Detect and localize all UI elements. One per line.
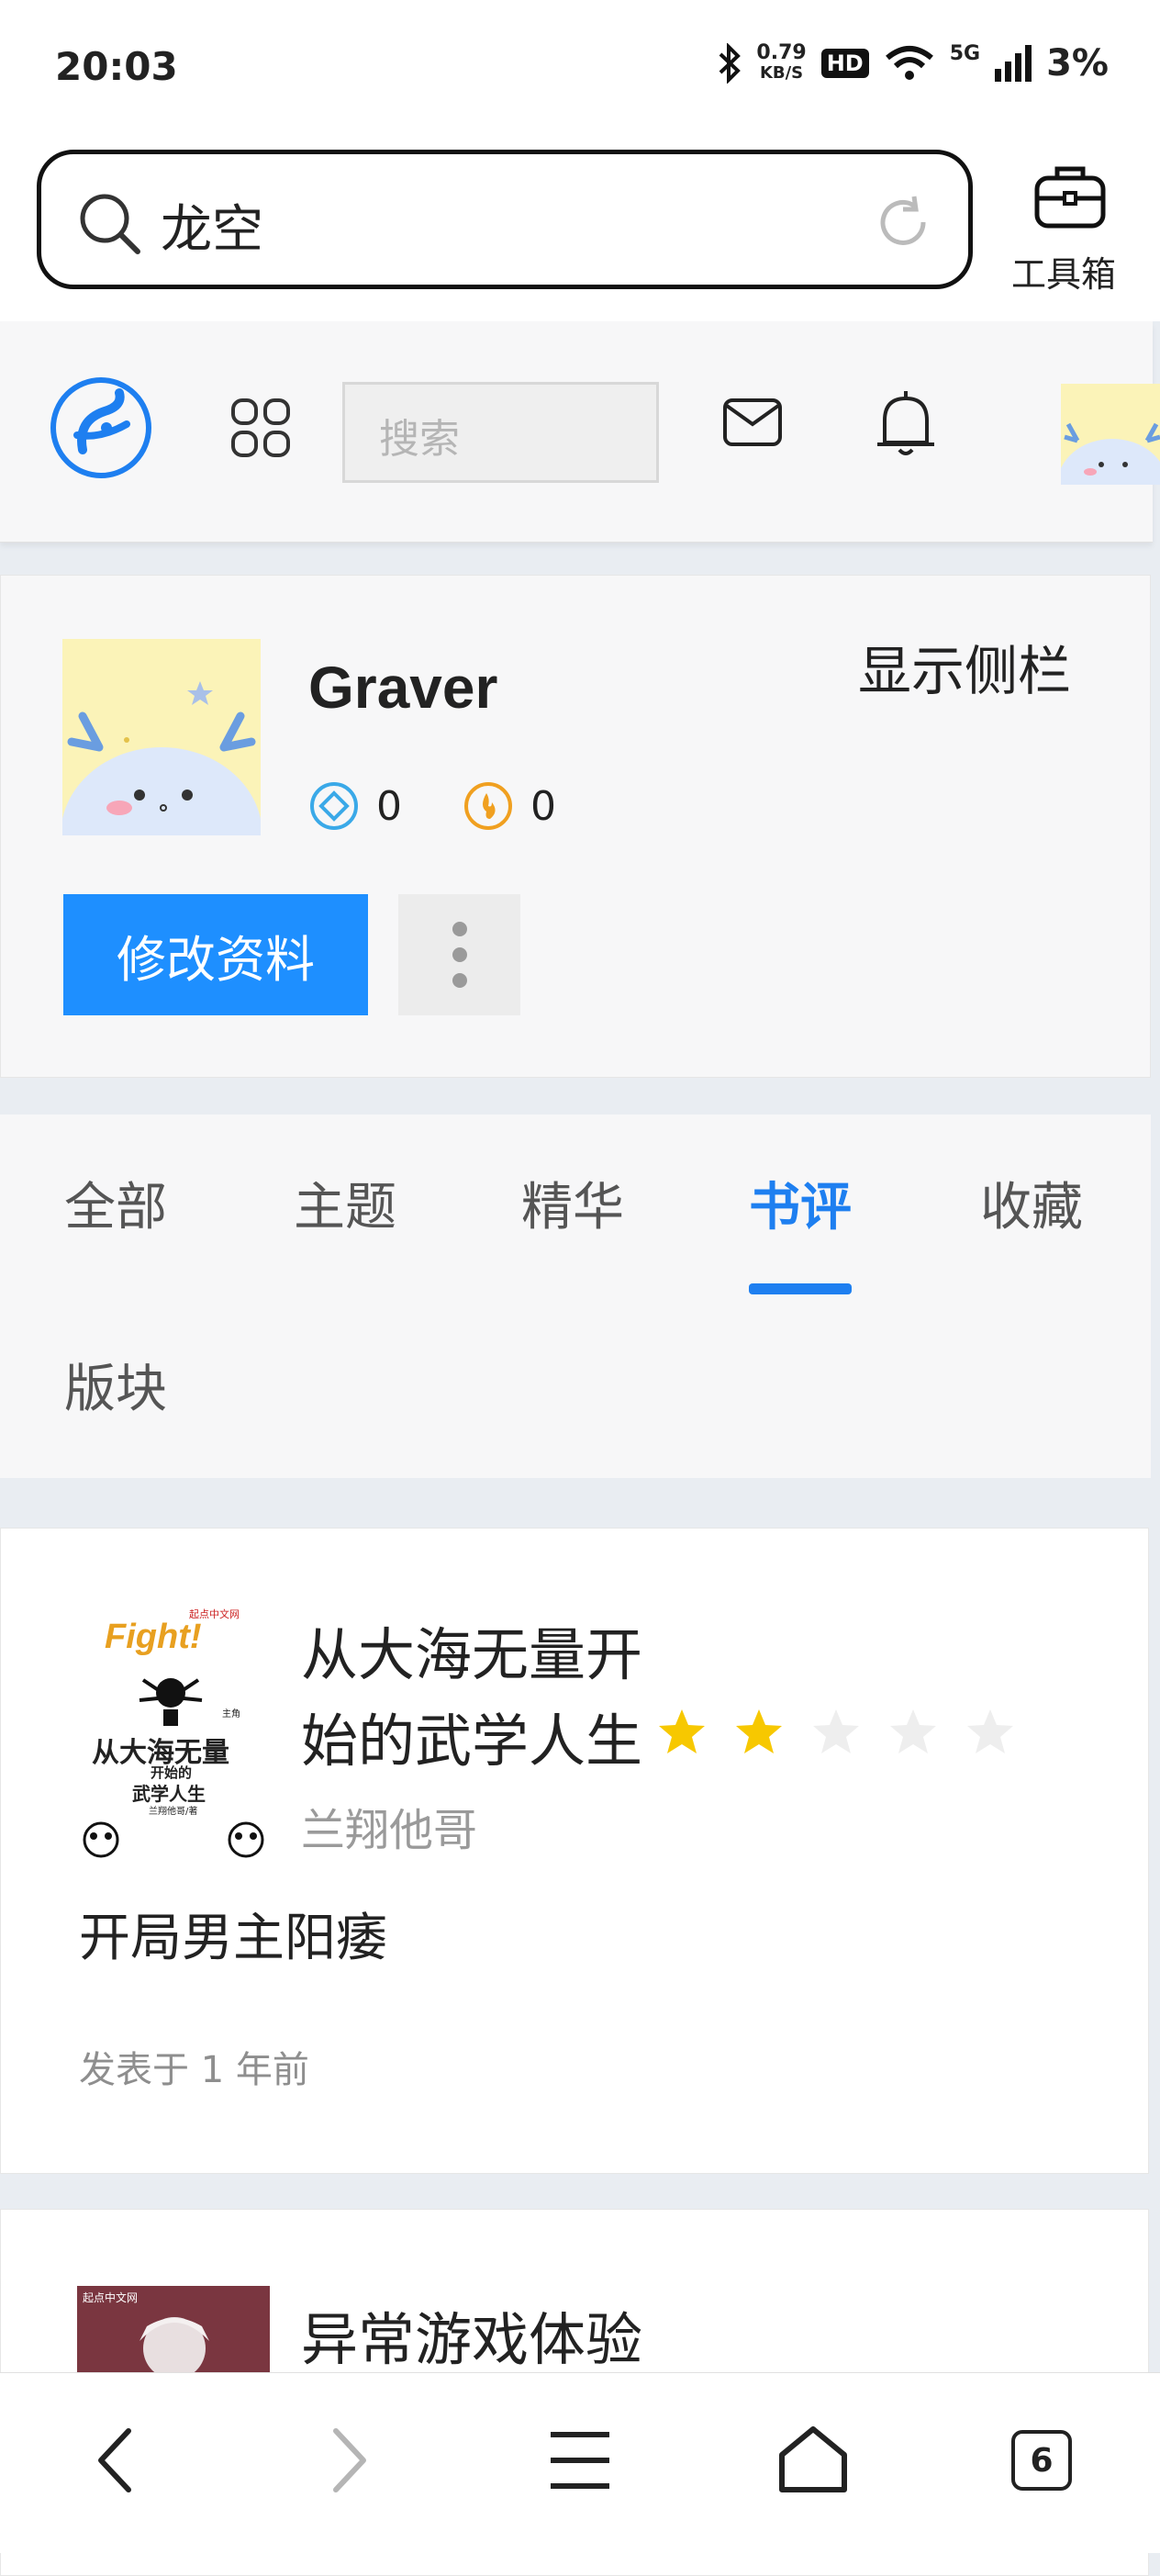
rating-stars [655, 1706, 1017, 1759]
active-tab-indicator [749, 1283, 852, 1294]
bluetooth-icon [719, 43, 742, 84]
book-title-line-2[interactable]: 始的武学人生 [301, 1698, 686, 1785]
star-filled-icon [659, 1709, 705, 1753]
net-speed: 0.79 KB/S [756, 43, 806, 84]
tab-featured[interactable]: 精华 [521, 1166, 624, 1240]
fire-coin-icon [464, 782, 512, 830]
battery-level: 3% [1046, 42, 1109, 84]
tab-all[interactable]: 全部 [64, 1166, 167, 1240]
diamond-points-icon [310, 782, 358, 830]
status-time: 20:03 [55, 44, 178, 89]
search-icon [80, 194, 140, 254]
status-icons: 0.79 KB/S HD 5G 3% [718, 42, 1109, 84]
toolbox-icon[interactable] [1032, 162, 1109, 231]
username: Graver [308, 655, 498, 721]
user-avatar[interactable] [62, 639, 261, 835]
mail-icon[interactable] [721, 397, 784, 448]
back-icon[interactable] [92, 2425, 138, 2495]
coins-value: 0 [530, 782, 556, 830]
star-empty-icon [890, 1709, 936, 1753]
points-stat: 0 [308, 780, 402, 832]
forward-icon[interactable] [327, 2425, 373, 2495]
cover-panda-icon [83, 1821, 264, 1858]
signal-icon [995, 45, 1032, 82]
net-speed-value: 0.79 [756, 41, 807, 64]
bell-icon[interactable] [876, 389, 936, 459]
user-avatar-small[interactable] [1061, 384, 1160, 485]
more-options-button[interactable] [398, 894, 520, 1015]
home-icon[interactable] [776, 2424, 850, 2495]
edit-profile-button[interactable]: 修改资料 [63, 894, 368, 1015]
apps-icon[interactable] [229, 397, 292, 459]
coins-stat: 0 [463, 780, 556, 832]
more-vertical-icon [452, 922, 467, 988]
tab-boards[interactable]: 版块 [64, 1348, 167, 1422]
toolbox-label[interactable]: 工具箱 [1011, 246, 1116, 297]
avatar-mascot-icon [1061, 422, 1160, 485]
reload-icon[interactable] [874, 193, 932, 252]
menu-icon[interactable] [547, 2429, 613, 2492]
site-search-placeholder[interactable]: 搜索 [379, 406, 460, 465]
star-empty-icon [813, 1709, 859, 1753]
book-title[interactable]: 异常游戏体验 [301, 2293, 642, 2376]
tab-favorites[interactable]: 收藏 [980, 1166, 1083, 1240]
review-text: 开局男主阳痿 [79, 1909, 387, 1968]
cover-brand: 起点中文网 [83, 2291, 139, 2304]
wifi-icon [885, 46, 933, 80]
tabs-count-button[interactable]: 6 [1011, 2430, 1072, 2491]
network-type: 5G [949, 42, 981, 65]
points-value: 0 [376, 782, 402, 830]
cover-title-small2: 武学人生 [132, 1783, 206, 1805]
review-timestamp: 发表于 1 年前 [79, 2049, 309, 2091]
cover-fight-text: Fight! [105, 1618, 202, 1656]
star-empty-icon [967, 1709, 1013, 1753]
avatar-mascot-icon [62, 681, 261, 835]
book-author[interactable]: 兰翔他哥 [301, 1794, 477, 1858]
tab-topics[interactable]: 主题 [294, 1166, 396, 1240]
book-cover[interactable]: 起点中文网 Fight! 主角 从大海无量 开始的 武学人生 兰翔他哥/著 [77, 1605, 270, 1862]
net-speed-unit: KB/S [759, 63, 804, 83]
book-title[interactable]: 从大海无量开 始的武学人生 [301, 1612, 686, 1785]
hd-badge: HD [820, 49, 869, 78]
site-logo-icon[interactable] [50, 375, 152, 481]
toggle-sidebar-link[interactable]: 显示侧栏 [858, 628, 1071, 705]
cover-figure-icon [139, 1678, 203, 1726]
book-title-line-1[interactable]: 从大海无量开 [301, 1612, 686, 1698]
cover-protagonist: 主角 [222, 1709, 240, 1719]
tab-book-reviews[interactable]: 书评 [749, 1166, 852, 1240]
address-text[interactable]: 龙空 [161, 188, 263, 263]
star-filled-icon [736, 1709, 782, 1753]
